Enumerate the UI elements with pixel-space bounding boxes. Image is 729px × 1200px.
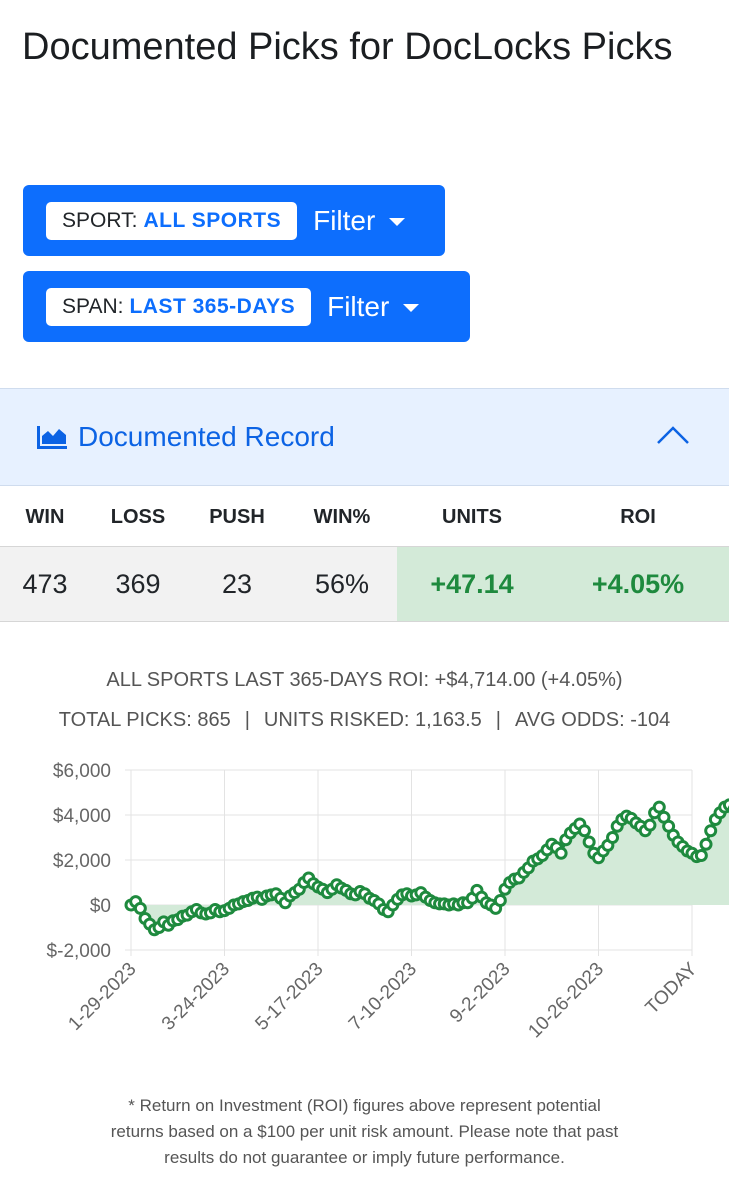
sport-filter-prefix: SPORT: [62, 208, 138, 232]
data-point [133, 901, 147, 915]
caret-down-icon [403, 303, 420, 312]
data-point [554, 846, 568, 860]
separator: | [495, 709, 501, 731]
documented-record-header[interactable]: Documented Record [0, 388, 729, 486]
x-tick-label: 5-17-2023 [251, 959, 327, 1035]
span-filter-label: Filter [327, 290, 390, 322]
sport-filter-pill: SPORT: ALL SPORTS [46, 201, 298, 240]
x-tick-label: 9-2-2023 [446, 959, 515, 1028]
data-point [699, 837, 713, 851]
x-tick-label: 7-10-2023 [345, 959, 421, 1035]
x-tick-label: 1-29-2023 [64, 959, 140, 1035]
roi-chart: $6,000 $4,000 $2,000 $0 $-2,0001-29-2023 3-24… [47, 761, 729, 1043]
y-tick-label: $0 [90, 896, 111, 917]
span-filter-value: LAST 365-DAYS [129, 294, 296, 318]
x-tick-label: TODAY [642, 958, 702, 1018]
disclaimer: * Return on Investment (ROI) figures abo… [110, 1096, 619, 1167]
data-point [493, 894, 507, 907]
roi-header: ROI [620, 506, 656, 528]
loss-value: 369 [115, 569, 161, 599]
documented-record-title: Documented Record [78, 421, 335, 452]
data-point [694, 849, 708, 862]
roi-value: +4.05% [591, 569, 685, 599]
x-tick-label: 10-26-2023 [524, 959, 608, 1043]
sport-filter-button[interactable]: SPORT: ALL SPORTS Filter [23, 185, 445, 256]
record-table-row: 473 369 23 56% +47.14 +4.05% [0, 546, 729, 622]
x-tick-label: 3-24-2023 [158, 959, 234, 1035]
data-point [652, 800, 666, 814]
data-point [577, 824, 591, 838]
push-value: 23 [221, 569, 253, 599]
win-percent-header: WIN% [313, 506, 371, 528]
page-title: Documented Picks for DocLocks Picks [22, 26, 673, 68]
span-filter-prefix: SPAN: [62, 294, 124, 318]
data-point [643, 818, 657, 832]
data-point [582, 835, 596, 849]
chevron-up-icon[interactable] [655, 423, 691, 447]
separator: | [244, 709, 250, 731]
loss-header: LOSS [110, 506, 166, 528]
avg-odds: AVG ODDS: -104 [514, 709, 671, 731]
roi-summary: ALL SPORTS LAST 365-DAYS ROI: +$4,714.00… [106, 669, 623, 691]
win-value: 473 [22, 569, 68, 599]
y-tick-label: $4,000 [53, 806, 111, 827]
units-risked: UNITS RISKED: 1,163.5 [263, 709, 482, 731]
area-chart-icon [37, 426, 67, 449]
y-tick-label: $-2,000 [47, 941, 111, 962]
push-header: PUSH [209, 506, 265, 528]
units-value: +47.14 [430, 569, 514, 599]
y-tick-label: $2,000 [53, 851, 111, 872]
picks-summary: TOTAL PICKS: 865 | UNITS RISKED: 1,163.5 | A… [0, 709, 729, 732]
data-point [606, 831, 620, 844]
y-tick-label: $6,000 [53, 761, 111, 782]
win-percent-value: 56% [314, 569, 370, 599]
units-header: UNITS [442, 506, 502, 528]
caret-down-icon [389, 217, 406, 226]
data-point [704, 824, 718, 838]
win-header: WIN [25, 506, 65, 528]
span-filter-button[interactable]: SPAN: LAST 365-DAYS Filter [23, 271, 470, 342]
sport-filter-value: ALL SPORTS [143, 208, 282, 232]
sport-filter-label: Filter [313, 204, 376, 236]
span-filter-pill: SPAN: LAST 365-DAYS [46, 287, 312, 326]
record-table-header: WIN LOSS PUSH WIN% UNITS ROI [0, 487, 729, 546]
total-picks: TOTAL PICKS: 865 [58, 709, 231, 731]
